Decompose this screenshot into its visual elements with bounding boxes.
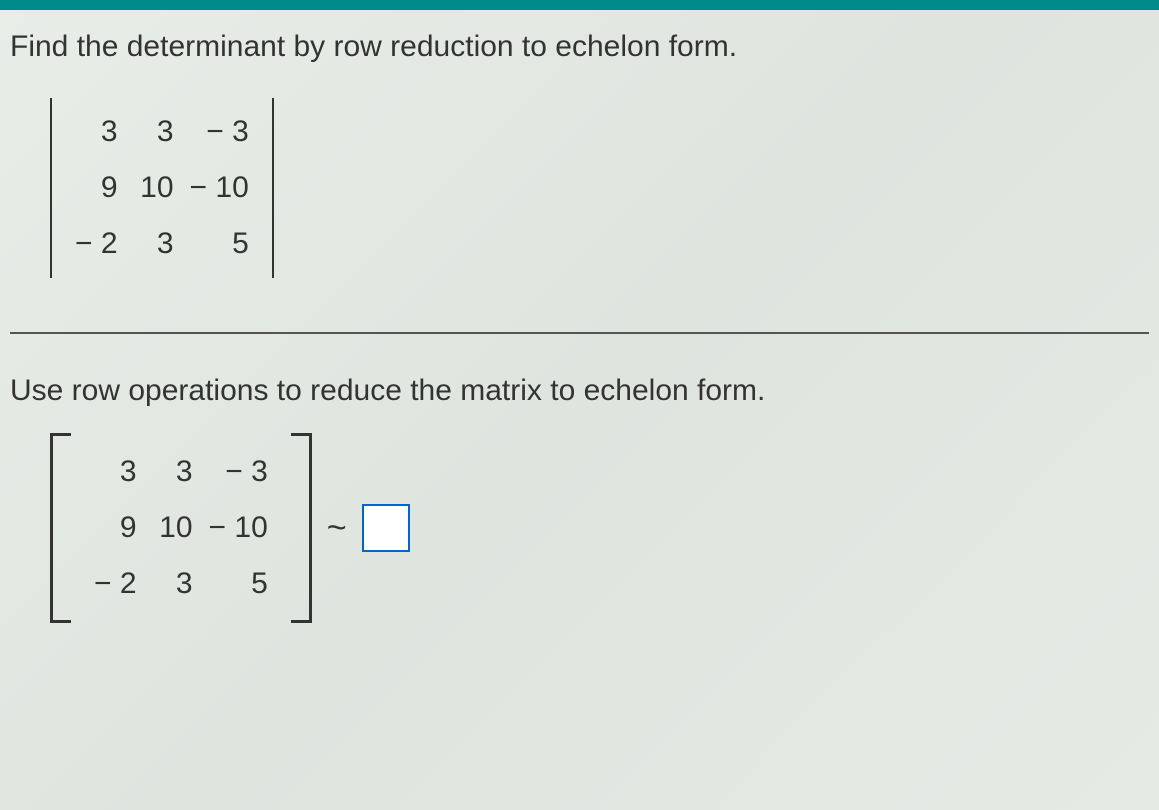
det-cell: 3 [133, 114, 175, 150]
sub-question-text: Use row operations to reduce the matrix … [10, 374, 1149, 408]
det-cell: 5 [189, 226, 250, 262]
determinant-matrix: 3 3 − 3 9 10 − 10 − 2 3 5 [60, 94, 264, 282]
det-cell: − 3 [189, 114, 250, 150]
content-area: Find the determinant by row reduction to… [0, 10, 1159, 623]
mat-cell: 9 [93, 510, 138, 546]
mat-cell: 3 [93, 454, 138, 490]
det-cell: − 2 [74, 226, 119, 262]
det-cell: − 10 [189, 170, 250, 206]
det-cell: 9 [74, 170, 119, 206]
bracket-left [50, 433, 71, 623]
mat-cell: − 3 [208, 454, 269, 490]
bracket-right [291, 433, 312, 623]
det-cell: 10 [133, 170, 175, 206]
determinant-bar-left [50, 98, 52, 278]
mat-cell: 3 [152, 566, 194, 602]
det-cell: 3 [74, 114, 119, 150]
matrix-equation: 3 3 − 3 9 10 − 10 − 2 3 5 ~ [50, 433, 1149, 623]
question-text: Find the determinant by row reduction to… [10, 30, 1149, 64]
mat-cell: 5 [208, 566, 269, 602]
mat-cell: 3 [152, 454, 194, 490]
answer-input-box[interactable] [362, 504, 410, 552]
section-divider [10, 332, 1149, 334]
mat-cell: 10 [152, 510, 194, 546]
bracket-matrix: 3 3 − 3 9 10 − 10 − 2 3 5 [79, 434, 283, 622]
det-cell: 3 [133, 226, 175, 262]
mat-cell: − 10 [208, 510, 269, 546]
determinant-display: 3 3 − 3 9 10 − 10 − 2 3 5 [50, 94, 1149, 282]
mat-cell: − 2 [93, 566, 138, 602]
tilde-symbol: ~ [327, 509, 347, 548]
determinant-bar-right [272, 98, 274, 278]
top-bar [0, 0, 1159, 10]
